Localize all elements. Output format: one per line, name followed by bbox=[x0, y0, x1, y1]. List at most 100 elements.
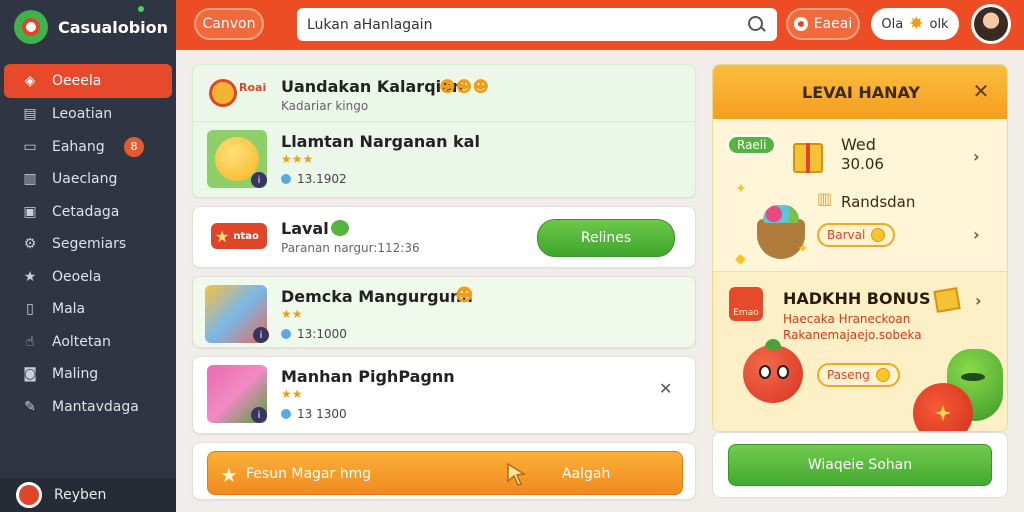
bonus-icon: Emao bbox=[729, 287, 763, 321]
reward-title: Randsdan bbox=[841, 193, 916, 211]
reward-pill[interactable]: Barval bbox=[817, 223, 896, 247]
sidebar-item-label: Eahang bbox=[52, 138, 105, 155]
brand[interactable]: Casualobion bbox=[14, 10, 168, 44]
rewards-title: LEVAI HANAY bbox=[802, 82, 920, 102]
sidebar-item-label: Uaeclang bbox=[52, 171, 118, 188]
coin-icon bbox=[875, 368, 890, 382]
cursor-icon bbox=[507, 462, 527, 486]
search-input[interactable] bbox=[307, 16, 747, 33]
search-icon[interactable] bbox=[747, 15, 767, 35]
list-item[interactable]: i Llamtan Narganan kal ★★★ 13.1902 bbox=[192, 122, 696, 198]
players-icon bbox=[281, 329, 291, 339]
bonus-pill[interactable]: Paseng bbox=[817, 363, 900, 387]
count-value: 13.1902 bbox=[297, 172, 347, 186]
info-icon: i bbox=[253, 327, 269, 343]
confirm-button[interactable]: Wiaqeie Sohan bbox=[728, 444, 992, 486]
sidebar-item-label: Oeoela bbox=[52, 268, 102, 285]
promo-button[interactable]: ★ Fesun Magar hmg Aalgah bbox=[207, 451, 683, 495]
notification-badge: 8 bbox=[124, 136, 144, 157]
list-item[interactable]: ★ ntao Laval Paranan nargur:112:36 Relin… bbox=[192, 206, 696, 268]
sidebar-nav: ◈ Oeeela ▤ Leoatian ▭ Eahang 8 ▥ Uaeclan… bbox=[0, 64, 176, 423]
sidebar-item-cetadaga[interactable]: ▣ Cetadaga bbox=[0, 196, 176, 229]
alert-button[interactable]: Eaeai bbox=[786, 8, 860, 40]
emoji-icon: ☻ bbox=[455, 285, 474, 306]
sidebar-item-segemiars[interactable]: ⚙ Segemiars bbox=[0, 228, 176, 261]
stats-pill[interactable]: Ola ✸ olk bbox=[871, 8, 959, 40]
game-logo-icon bbox=[209, 79, 237, 107]
thumb-icon: ☝ bbox=[25, 333, 35, 350]
sidebar-item-label: Mantavdaga bbox=[52, 398, 139, 415]
sidebar-item-uaeclang[interactable]: ▥ Uaeclang bbox=[0, 163, 176, 196]
star-icon: ✸ bbox=[909, 14, 924, 34]
chevron-right-icon[interactable]: › bbox=[973, 225, 980, 244]
canvas-button[interactable]: Canvon bbox=[194, 8, 264, 40]
sidebar-item-label: Oeeela bbox=[52, 73, 102, 89]
item-count: 13:1000 bbox=[281, 327, 347, 341]
players-icon bbox=[281, 174, 291, 184]
rating-icon: ★★ bbox=[281, 307, 303, 321]
sidebar-item-aoltetan[interactable]: ☝ Aoltetan bbox=[0, 326, 176, 359]
item-subtitle: Paranan nargur:112:36 bbox=[281, 241, 420, 255]
refines-button[interactable]: Relines bbox=[537, 219, 675, 257]
players-icon bbox=[281, 409, 291, 419]
camera-icon: ◙ bbox=[23, 366, 37, 383]
star-icon: ★ bbox=[23, 268, 37, 285]
gift-icon bbox=[793, 143, 823, 173]
pin-icon[interactable]: ✕ bbox=[659, 379, 672, 398]
online-dot-icon bbox=[138, 6, 144, 12]
sidebar-item-oeeela[interactable]: ◈ Oeeela bbox=[4, 64, 172, 98]
sidebar-item-oeoela[interactable]: ★ Oeoela bbox=[0, 261, 176, 294]
sparkle-icon: ◆ bbox=[735, 251, 746, 267]
rating-icon: ★★★ bbox=[281, 152, 314, 166]
close-icon[interactable]: ✕ bbox=[971, 81, 991, 101]
bonus-line-1: Haecaka Hraneckoan bbox=[783, 312, 911, 326]
sparkle-icon: ✦ bbox=[735, 181, 747, 197]
trophy-icon: ▥ bbox=[817, 189, 833, 208]
chevron-right-icon[interactable]: › bbox=[975, 291, 982, 310]
item-count: 13.1902 bbox=[281, 172, 347, 186]
rewards-header: LEVAI HANAY bbox=[713, 65, 1007, 119]
list-item[interactable]: i Manhan PighPagnn ★★ 13 1300 ✕ bbox=[192, 356, 696, 434]
avatar bbox=[974, 7, 1008, 41]
sidebar-item-label: Aoltetan bbox=[52, 333, 111, 350]
reward-value: 30.06 bbox=[841, 155, 884, 173]
item-title: Laval bbox=[281, 219, 329, 238]
sidebar-item-eahang[interactable]: ▭ Eahang 8 bbox=[0, 131, 176, 164]
sparkle-icon: ✦ bbox=[797, 241, 809, 257]
sidebar-item-label: Mala bbox=[52, 301, 86, 318]
chevron-right-icon[interactable]: › bbox=[973, 147, 980, 166]
gear-icon: ⚙ bbox=[23, 236, 37, 253]
sidebar-user[interactable]: Reyben bbox=[0, 478, 176, 512]
top-bar: Canvon Eaeai Ola ✸ olk bbox=[176, 0, 1024, 50]
search-box[interactable] bbox=[297, 8, 777, 41]
logo-text: Roai bbox=[239, 81, 267, 94]
item-title: Llamtan Narganan kal bbox=[281, 132, 480, 151]
stats-left: Ola bbox=[881, 16, 904, 32]
count-value: 13:1000 bbox=[297, 327, 347, 341]
sidebar-item-label: Leoatian bbox=[52, 106, 113, 123]
book-icon: ▯ bbox=[26, 301, 34, 318]
coin-icon bbox=[871, 228, 886, 242]
brand-name: Casualobion bbox=[58, 17, 169, 37]
sidebar-item-mala[interactable]: ▯ Mala bbox=[0, 293, 176, 326]
bonus-line-2: Rakanemajaejo.sobeka bbox=[783, 328, 922, 342]
profile-avatar[interactable] bbox=[971, 4, 1011, 44]
card-icon: ▭ bbox=[23, 138, 37, 155]
star-icon: ★ bbox=[215, 226, 230, 246]
sidebar-item-mantavdaga[interactable]: ✎ Mantavdaga bbox=[0, 391, 176, 424]
level-icon-label: ntao bbox=[233, 230, 259, 242]
sidebar-item-leoatian[interactable]: ▤ Leoatian bbox=[0, 98, 176, 131]
chart-icon: ▥ bbox=[23, 171, 37, 188]
list-item[interactable]: i Demcka Mangurgunn ☻ ★★ 13:1000 bbox=[192, 276, 696, 348]
pencil-icon: ✎ bbox=[24, 398, 36, 415]
level-icon: ★ ntao bbox=[211, 223, 267, 249]
sidebar-item-label: Cetadaga bbox=[52, 203, 120, 220]
sidebar: Casualobion ◈ Oeeela ▤ Leoatian ▭ Eahang… bbox=[0, 0, 176, 512]
reward-pill-label: Barval bbox=[827, 228, 866, 242]
sidebar-item-maling[interactable]: ◙ Maling bbox=[0, 358, 176, 391]
brand-logo-icon bbox=[14, 10, 48, 44]
tomato-mascot-icon bbox=[743, 339, 803, 403]
promo-action: Aalgah bbox=[562, 466, 611, 482]
list-title: Uandakan Kalarqian bbox=[281, 77, 464, 96]
sidebar-item-label: Maling bbox=[52, 366, 99, 383]
